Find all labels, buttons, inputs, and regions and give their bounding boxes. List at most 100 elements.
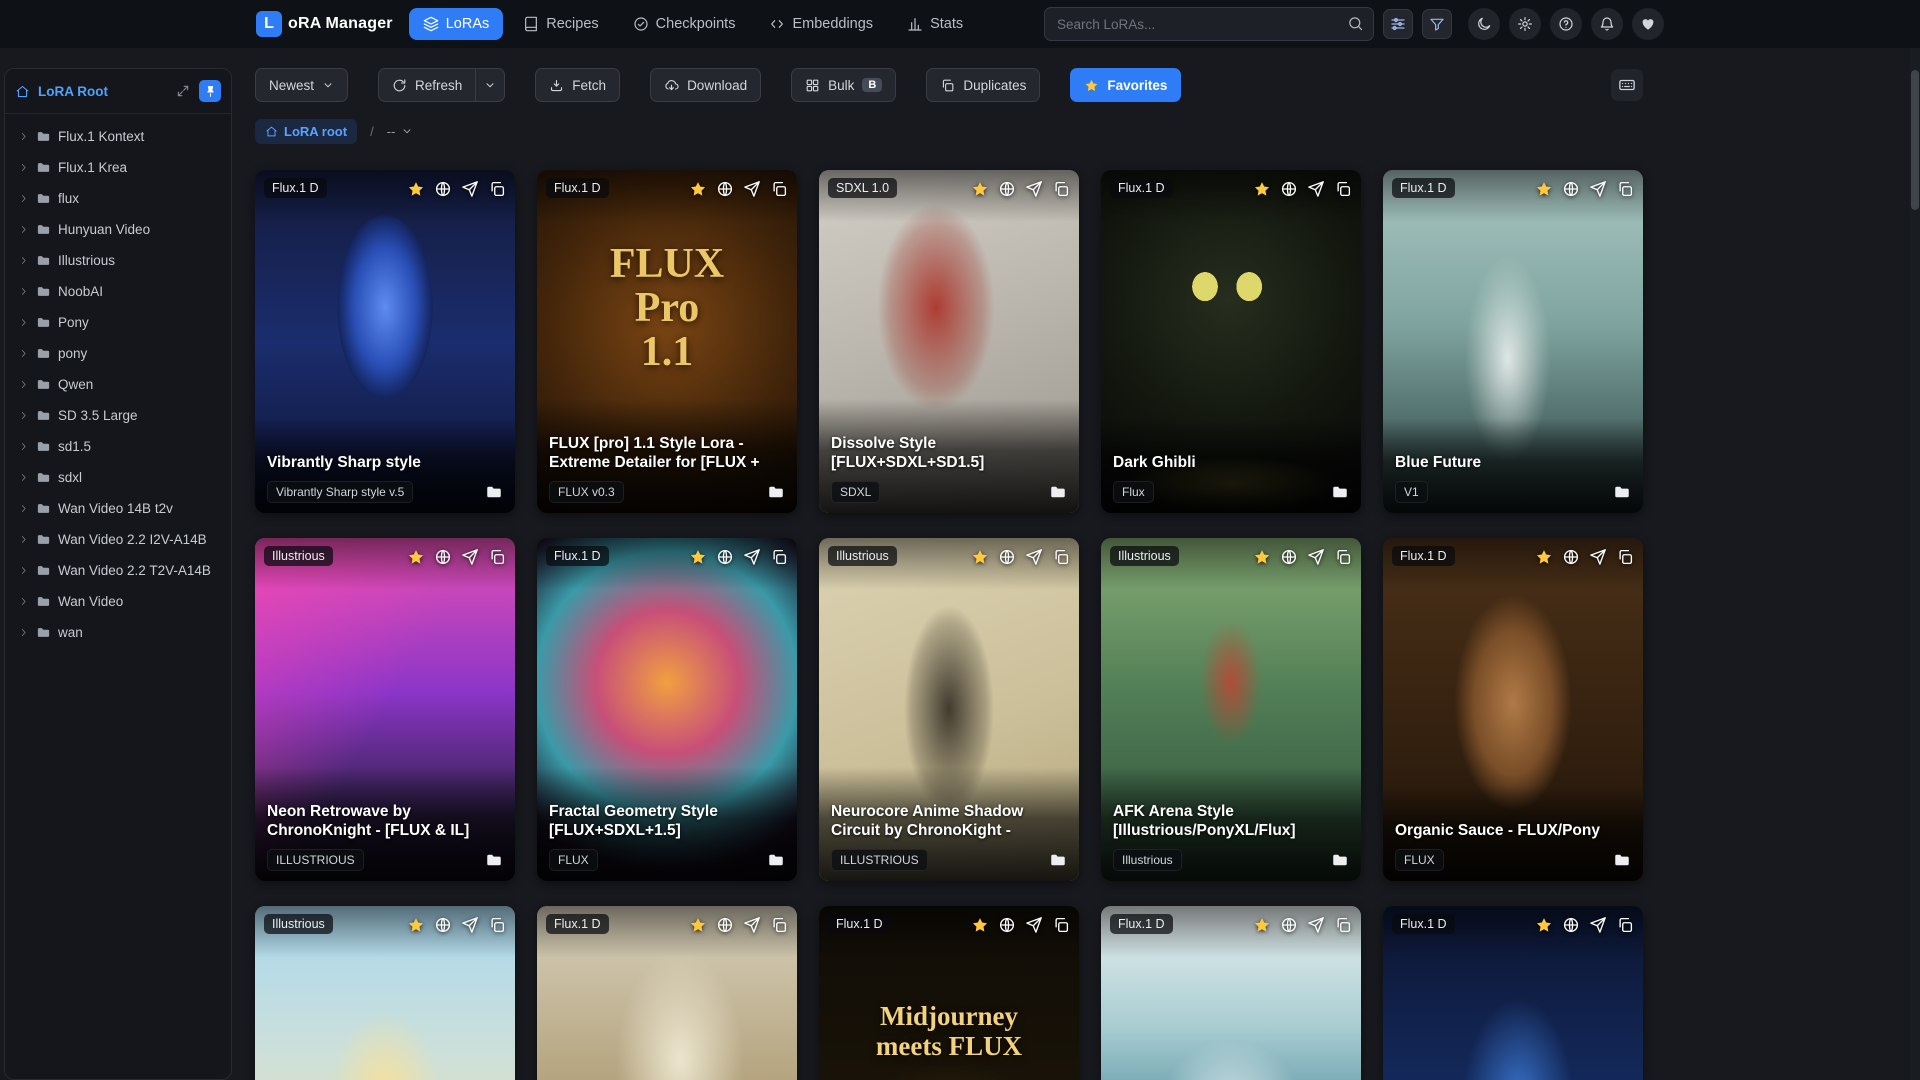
favorite-star-icon[interactable] [1535,916,1553,934]
copy-icon[interactable] [770,180,788,198]
lora-card[interactable]: SDXL 1.0 Dissolve Style [FLUX+SDXL+SD1.5]… [819,170,1079,513]
chevron-right-icon[interactable] [18,596,29,607]
nav-item-checkpoints[interactable]: Checkpoints [619,8,750,40]
folder-item-flux-1-kontext[interactable]: Flux.1 Kontext [10,121,226,152]
lora-card[interactable]: Illustrious [255,906,515,1080]
folder-icon[interactable] [1331,851,1349,869]
send-icon[interactable] [743,548,761,566]
refresh-dropdown-button[interactable] [476,68,506,102]
folder-icon[interactable] [1613,851,1631,869]
folder-icon[interactable] [767,483,785,501]
lora-tag[interactable]: SDXL [831,481,881,503]
favorites-button[interactable]: Favorites [1070,68,1182,102]
folder-item-illustrious[interactable]: Illustrious [10,245,226,276]
chevron-right-icon[interactable] [18,503,29,514]
copy-icon[interactable] [488,916,506,934]
folder-item-sd-3-5-large[interactable]: SD 3.5 Large [10,400,226,431]
folder-item-flux[interactable]: flux [10,183,226,214]
lora-card[interactable]: Illustrious AFK Arena Style [Illustrious/… [1101,538,1361,881]
chevron-right-icon[interactable] [18,441,29,452]
favorite-star-icon[interactable] [1253,548,1271,566]
lora-tag[interactable]: Vibrantly Sharp style v.5 [267,481,414,503]
lora-card[interactable]: Flux.1 D Fractal Geometry Style [FLUX+SDX… [537,538,797,881]
send-icon[interactable] [1025,916,1043,934]
globe-icon[interactable] [434,916,452,934]
help-button[interactable] [1550,8,1582,40]
lora-card[interactable]: Illustrious Neurocore Anime Shadow Circui… [819,538,1079,881]
folder-item-noobai[interactable]: NoobAI [10,276,226,307]
folder-item-pony[interactable]: Pony [10,307,226,338]
lora-card[interactable]: Flux.1 D [537,906,797,1080]
copy-icon[interactable] [1052,180,1070,198]
globe-icon[interactable] [1280,548,1298,566]
folder-item-wan[interactable]: wan [10,617,226,648]
moon-button[interactable] [1468,8,1500,40]
sidebar-root-label[interactable]: LoRA Root [38,84,108,99]
pin-button[interactable] [199,80,221,102]
send-icon[interactable] [1307,548,1325,566]
globe-icon[interactable] [716,916,734,934]
favorite-star-icon[interactable] [1253,180,1271,198]
send-icon[interactable] [1589,548,1607,566]
favorite-star-icon[interactable] [1253,916,1271,934]
favorite-star-icon[interactable] [971,180,989,198]
lora-tag[interactable]: FLUX [549,849,598,871]
send-icon[interactable] [1589,916,1607,934]
nav-item-recipes[interactable]: Recipes [509,8,612,40]
copy-icon[interactable] [1334,916,1352,934]
heart-button[interactable] [1632,8,1664,40]
globe-icon[interactable] [716,180,734,198]
lora-tag[interactable]: FLUX [1395,849,1444,871]
send-icon[interactable] [743,180,761,198]
folder-item-sd1-5[interactable]: sd1.5 [10,431,226,462]
scrollbar-thumb[interactable] [1911,70,1919,210]
lora-card[interactable]: FLUX Pro 1.1 Flux.1 D FLUX [pro] 1.1 Style… [537,170,797,513]
send-icon[interactable] [461,548,479,566]
globe-icon[interactable] [716,548,734,566]
chevron-right-icon[interactable] [18,255,29,266]
folder-icon[interactable] [1613,483,1631,501]
folder-item-pony[interactable]: pony [10,338,226,369]
folder-item-hunyuan-video[interactable]: Hunyuan Video [10,214,226,245]
chevron-right-icon[interactable] [18,317,29,328]
search-input[interactable] [1044,7,1374,41]
globe-icon[interactable] [1562,916,1580,934]
favorite-star-icon[interactable] [689,548,707,566]
favorite-star-icon[interactable] [407,180,425,198]
refresh-button[interactable]: Refresh [378,68,477,102]
send-icon[interactable] [1025,548,1043,566]
globe-icon[interactable] [434,180,452,198]
globe-icon[interactable] [434,548,452,566]
lora-tag[interactable]: ILLUSTRIOUS [267,849,364,871]
send-icon[interactable] [461,180,479,198]
lora-tag[interactable]: ILLUSTRIOUS [831,849,928,871]
lora-card[interactable]: Flux.1 D Dark Ghibli Flux [1101,170,1361,513]
folder-item-qwen[interactable]: Qwen [10,369,226,400]
duplicates-button[interactable]: Duplicates [926,68,1041,102]
folder-icon[interactable] [485,483,503,501]
globe-icon[interactable] [1280,916,1298,934]
folder-item-wan-video[interactable]: Wan Video [10,586,226,617]
folder-item-sdxl[interactable]: sdxl [10,462,226,493]
folder-icon[interactable] [1049,851,1067,869]
send-icon[interactable] [743,916,761,934]
breadcrumb-root[interactable]: LoRA root [255,118,358,144]
folder-icon[interactable] [485,851,503,869]
chevron-right-icon[interactable] [18,627,29,638]
copy-icon[interactable] [1334,548,1352,566]
chevron-right-icon[interactable] [18,286,29,297]
folder-item-wan-video-14b-t2v[interactable]: Wan Video 14B t2v [10,493,226,524]
bulk-button[interactable]: Bulk B [791,68,897,102]
funnel-button[interactable] [1422,9,1452,39]
send-icon[interactable] [1307,180,1325,198]
copy-icon[interactable] [1616,916,1634,934]
chevron-right-icon[interactable] [18,379,29,390]
copy-icon[interactable] [1616,180,1634,198]
folder-icon[interactable] [767,851,785,869]
chevron-right-icon[interactable] [18,224,29,235]
send-icon[interactable] [461,916,479,934]
lora-card[interactable]: Flux.1 D Blue Future V1 [1383,170,1643,513]
globe-icon[interactable] [998,548,1016,566]
gear-button[interactable] [1509,8,1541,40]
copy-icon[interactable] [1052,548,1070,566]
